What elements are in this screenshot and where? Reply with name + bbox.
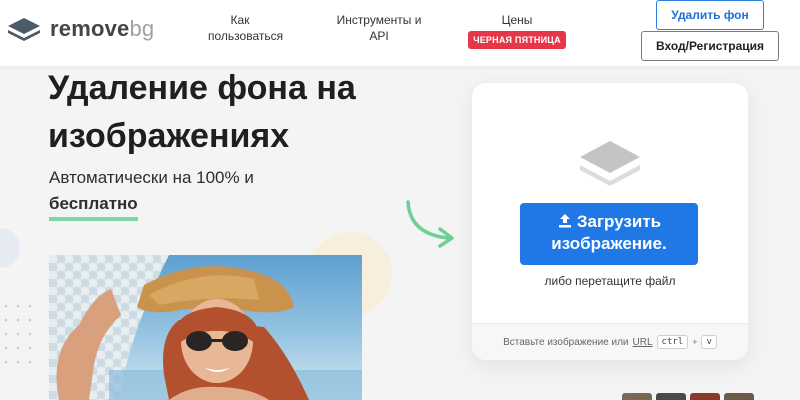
login-register-button[interactable]: Вход/Регистрация xyxy=(641,31,779,61)
logo-text-main: remove xyxy=(50,16,130,41)
drop-file-hint: либо перетащите файл xyxy=(544,274,676,288)
logo-text-suffix: bg xyxy=(129,16,155,41)
layers-logo-icon xyxy=(8,18,40,41)
example-photo xyxy=(49,255,362,400)
sample-thumbnail[interactable] xyxy=(656,393,686,400)
hero-free-highlight: бесплатно xyxy=(49,194,138,221)
sample-thumbnails xyxy=(622,393,754,400)
sample-thumbnail[interactable] xyxy=(690,393,720,400)
key-ctrl: ctrl xyxy=(656,335,689,349)
layers-icon xyxy=(580,141,640,186)
nav-how-to-use[interactable]: Как пользоваться xyxy=(208,12,283,44)
sample-thumbnail[interactable] xyxy=(724,393,754,400)
black-friday-badge: ЧЕРНАЯ ПЯТНИЦА xyxy=(468,31,566,49)
nav-tools-api[interactable]: Инструменты и API xyxy=(330,12,428,44)
logo-text: removebg xyxy=(50,16,154,42)
woman-in-hat-photo xyxy=(56,255,362,400)
paste-url-link[interactable]: URL xyxy=(633,337,653,348)
remove-background-button[interactable]: Удалить фон xyxy=(656,0,764,30)
upload-arrow-icon xyxy=(558,214,571,228)
logo[interactable]: removebg xyxy=(6,14,154,44)
paste-hint-bar: Вставьте изображение или URL ctrl + v xyxy=(472,323,748,360)
decorative-dots xyxy=(4,304,32,364)
page-title: Удаление фона на изображениях xyxy=(48,69,356,155)
nav-prices[interactable]: Цены ЧЕРНАЯ ПЯТНИЦА xyxy=(458,12,576,49)
paste-hint-text: Вставьте изображение или xyxy=(503,336,629,348)
key-v: v xyxy=(701,335,717,349)
nav-prices-label: Цены xyxy=(501,13,533,27)
hero-subtitle: Автоматически на 100% и xyxy=(49,168,254,187)
site-header: removebg Как пользоваться Инструменты и … xyxy=(0,0,800,66)
decorative-circle-left xyxy=(0,228,20,268)
upload-image-button[interactable]: Загрузить изображение. xyxy=(520,203,698,265)
upload-card[interactable]: Загрузить изображение. либо перетащите ф… xyxy=(472,83,748,360)
key-plus: + xyxy=(692,337,698,347)
sample-thumbnail[interactable] xyxy=(622,393,652,400)
curved-arrow-icon xyxy=(406,200,454,248)
